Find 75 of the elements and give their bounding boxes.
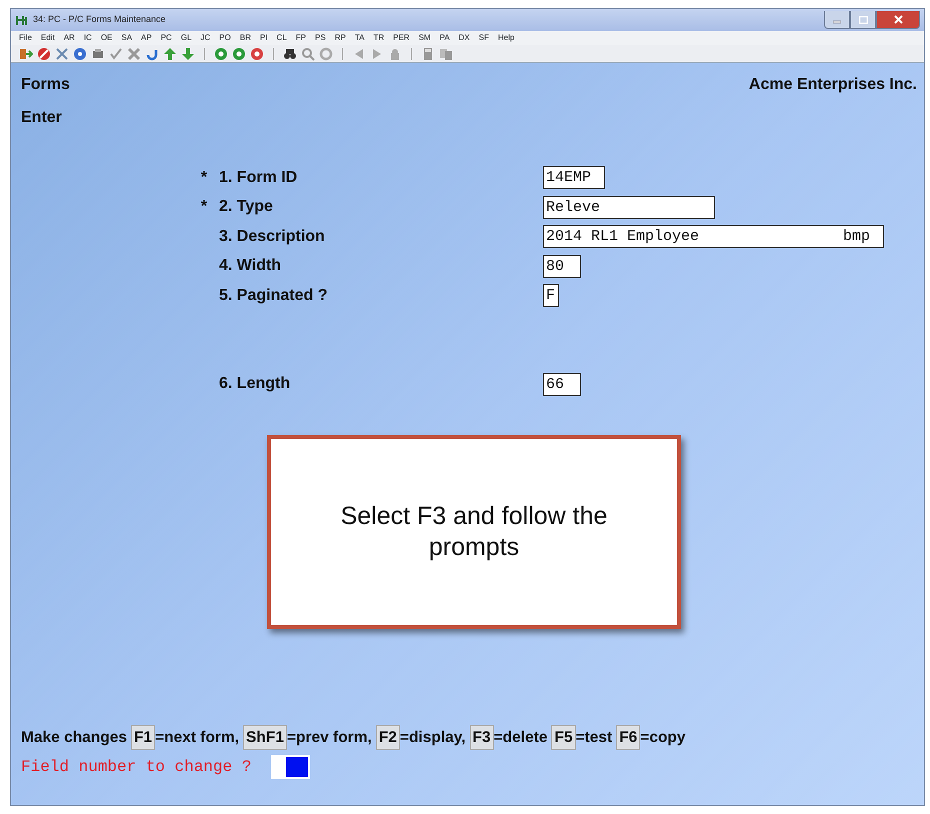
binoculars-icon[interactable] [283, 46, 297, 60]
check-icon[interactable] [109, 46, 123, 60]
key-label: F5 [551, 725, 576, 750]
prompt-text: Field number to change ? [21, 757, 252, 778]
menu-item[interactable]: FP [296, 32, 306, 44]
menu-item[interactable]: TR [373, 32, 384, 44]
input-field[interactable]: 80 [543, 254, 581, 278]
field-label: 2. Type [218, 197, 274, 218]
menu-item[interactable]: SA [121, 32, 132, 44]
menu-item[interactable]: File [19, 32, 32, 44]
down-arrow-icon[interactable] [181, 46, 195, 60]
key-label: ShF1 [243, 725, 287, 750]
key-description: =display, [400, 728, 466, 748]
input-field[interactable]: Releve [543, 196, 715, 219]
menu-item[interactable]: PS [315, 32, 326, 44]
menu-item[interactable]: GL [180, 32, 192, 44]
key-description: =prev form, [286, 728, 372, 748]
copy-icon[interactable] [439, 46, 453, 60]
required-marker: * [200, 168, 208, 186]
key-description: =delete [494, 728, 548, 748]
input-cursor[interactable] [271, 755, 310, 779]
maximize-icon [858, 16, 868, 24]
input-field[interactable]: 14EMP [543, 166, 605, 190]
menu-item[interactable]: PI [260, 32, 268, 44]
field-label: 5. Paginated ? [218, 286, 328, 306]
calculator-icon[interactable] [421, 46, 435, 60]
menu-item[interactable]: OE [100, 32, 112, 44]
menu-item[interactable]: PA [440, 32, 450, 44]
menu-item[interactable]: SM [418, 32, 431, 44]
minimize-button[interactable] [824, 11, 850, 29]
input-field[interactable]: 66 [543, 372, 581, 396]
key-description: =next form, [155, 728, 240, 748]
printer-icon[interactable] [91, 46, 105, 60]
field-label: 6. Length [218, 374, 292, 394]
mode-label: Enter [21, 108, 63, 128]
company-name: Acme Enterprises Inc. [748, 75, 917, 95]
menu-item[interactable]: TA [354, 32, 364, 44]
menu-item[interactable]: DX [458, 32, 470, 44]
field-label: 4. Width [218, 256, 282, 276]
menu-item[interactable]: BR [240, 32, 251, 44]
window-title: 34: PC - P/C Forms Maintenance [33, 13, 166, 26]
key-label: F2 [376, 725, 400, 750]
menu-item[interactable]: RP [334, 32, 346, 44]
stop-icon[interactable] [37, 46, 51, 60]
menu-item[interactable]: PO [219, 32, 231, 44]
key-description: =copy [640, 728, 686, 748]
footer-text: Make changes [21, 728, 127, 748]
menu-item[interactable]: JC [200, 32, 210, 44]
menu-item[interactable]: IC [84, 32, 92, 44]
callout-text: Select F3 and follow the prompts [340, 500, 608, 563]
menu-item[interactable]: PC [160, 32, 172, 44]
key-description: =test [576, 728, 612, 748]
input-field[interactable]: 2014 RL1 Employee bmp [543, 225, 884, 248]
menu-item[interactable]: AR [64, 32, 75, 44]
menu-item[interactable]: SF [478, 32, 490, 44]
input-field[interactable]: F [543, 284, 559, 308]
screen-title: Forms [21, 75, 70, 95]
menu-item[interactable]: Help [498, 32, 514, 44]
key-label: F6 [616, 725, 640, 750]
exit-icon[interactable] [19, 46, 33, 60]
key-label: F3 [470, 725, 494, 750]
menu-item[interactable]: CL [276, 32, 287, 44]
up-arrow-icon[interactable] [163, 46, 177, 60]
required-marker: * [200, 198, 208, 216]
key-label: F1 [130, 725, 156, 750]
field-label: 1. Form ID [218, 168, 298, 188]
menu-item[interactable]: AP [141, 32, 152, 44]
cross-icon[interactable] [127, 46, 141, 60]
close-button[interactable] [876, 11, 920, 29]
app-icon [15, 14, 29, 26]
menu-item[interactable]: PER [393, 32, 410, 44]
menu-item[interactable]: Edit [40, 32, 55, 44]
close-icon [894, 15, 902, 24]
maximize-button[interactable] [850, 11, 876, 29]
field-label: 3. Description [218, 226, 326, 247]
